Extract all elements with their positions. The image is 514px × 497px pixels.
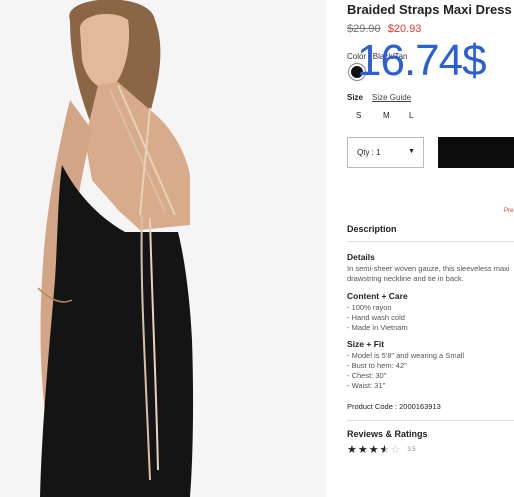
star-full-icon: ★ bbox=[368, 444, 379, 456]
size-option-s[interactable]: S bbox=[356, 111, 361, 120]
overlay-price: 16.74$ bbox=[357, 36, 487, 85]
star-full-icon: ★ bbox=[357, 444, 368, 456]
star-empty-icon: ☆ bbox=[390, 444, 401, 456]
model-wearing-dress-image bbox=[0, 0, 326, 497]
size-guide-link[interactable]: Size Guide bbox=[372, 93, 411, 102]
content-line: - Hand wash cold bbox=[347, 313, 405, 322]
size-fit-title: Size + Fit bbox=[347, 339, 385, 349]
content-line: - 100% rayon bbox=[347, 303, 392, 312]
size-option-m[interactable]: M bbox=[383, 111, 390, 120]
sale-price: $20.93 bbox=[387, 23, 422, 35]
product-photo[interactable] bbox=[0, 0, 326, 497]
divider bbox=[347, 241, 514, 242]
quantity-select[interactable]: Qty : 1 ▼ bbox=[347, 137, 424, 168]
fit-line: - Model is 5'8" and wearing a Small bbox=[347, 351, 465, 360]
rating-value: 3.5 bbox=[407, 447, 416, 453]
chevron-down-icon: ▼ bbox=[408, 148, 415, 155]
fit-line: - Waist: 31" bbox=[347, 381, 386, 390]
size-row: Size Size Guide bbox=[347, 93, 411, 102]
size-option-l[interactable]: L bbox=[409, 111, 413, 120]
quantity-value: Qty : 1 bbox=[357, 148, 381, 157]
product-info-panel: Braided Straps Maxi Dress $29.90 $20.93 … bbox=[347, 0, 514, 497]
star-half-icon: ★★ bbox=[379, 444, 390, 456]
product-title: Braided Straps Maxi Dress bbox=[347, 2, 512, 17]
add-to-bag-button[interactable] bbox=[438, 137, 514, 168]
price-row: $29.90 $20.93 bbox=[347, 23, 421, 35]
description-heading[interactable]: Description bbox=[347, 224, 397, 234]
details-line: drawstring neckline and tie in back. bbox=[347, 274, 464, 283]
content-care-title: Content + Care bbox=[347, 291, 408, 301]
rating-stars: ★ ★ ★ ★★ ☆ 3.5 bbox=[347, 444, 416, 456]
details-title: Details bbox=[347, 252, 375, 262]
divider bbox=[347, 420, 514, 421]
fit-line: - Bust to hem: 42" bbox=[347, 361, 407, 370]
content-line: - Made in Vietnam bbox=[347, 323, 408, 332]
pre-label: Pre bbox=[504, 208, 514, 214]
reviews-heading[interactable]: Reviews & Ratings bbox=[347, 429, 428, 439]
details-line: In semi-sheer woven gauze, this sleevele… bbox=[347, 264, 510, 273]
star-full-icon: ★ bbox=[347, 444, 357, 456]
original-price: $29.90 bbox=[347, 23, 381, 35]
fit-line: - Chest: 30" bbox=[347, 371, 387, 380]
product-code: Product Code : 2000163913 bbox=[347, 402, 441, 411]
size-label: Size bbox=[347, 93, 364, 102]
